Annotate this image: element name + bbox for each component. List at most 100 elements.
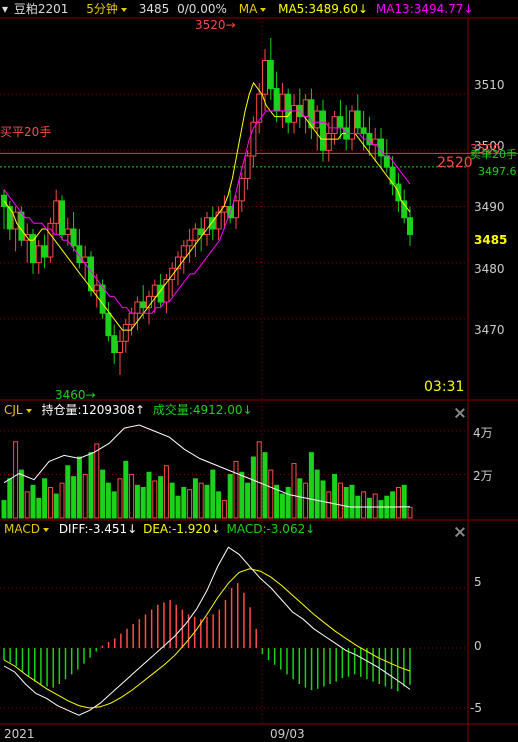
volume-bar [332,473,338,519]
volume-bar [59,482,65,519]
candle-body [105,312,112,337]
volume-bar [163,465,169,519]
candle-body [53,200,60,224]
macd-panel-header: MACD DIFF:-3.451↓ DEA:-1.920↓ MACD:-3.06… [4,522,315,536]
period-selector[interactable]: 5分钟 [86,0,127,18]
ma5-value: MA5:3489.60↓ [278,2,369,16]
candle-body [192,228,199,241]
candle-body [349,110,355,140]
buy-close-order-label[interactable]: 买平20手 [0,125,51,139]
volume-bar [221,500,227,519]
candle-body [175,256,181,269]
macd-value: MACD:-3.062↓ [226,522,316,536]
volume-bar [65,465,71,519]
chevron-down-icon [120,7,127,12]
candle-body [215,211,222,230]
volume-bar [169,482,175,519]
volume-bar [24,491,30,519]
volume-bar [303,482,309,519]
volume-bar [76,456,82,519]
volume-bar [123,460,129,519]
symbol-label[interactable]: 豆粕2201 [14,0,69,18]
volume-bar [216,491,222,519]
volume-bar [268,469,274,519]
macd-axis-label: 5 [474,575,482,589]
volume-bar [88,452,94,519]
order-level-label: 2520 [437,155,473,171]
volume-bar [285,487,291,519]
volume-bar [36,497,42,519]
volume-bar [250,456,256,519]
volume-panel-header: CJL 持仓量:1209308↑ 成交量:4912.00↓ [4,403,253,417]
volume-bar [1,500,7,519]
volume-bar [372,493,378,519]
volume-bar [314,469,320,519]
candle-body [111,335,118,354]
volume-bar [187,489,193,519]
candle-body [47,222,54,258]
arrow-right-icon: → [85,388,96,402]
candle-body [360,127,367,134]
volume-bar [71,476,77,519]
volume-bar [94,443,100,519]
dea-value: DEA:-1.920↓ [143,522,221,536]
volume-bar [111,491,117,519]
sell-close-order-label[interactable]: 卖单20手 [470,148,517,162]
arrow-right-icon: → [225,18,236,32]
volume-bar [158,476,164,519]
volume-bar [134,484,140,519]
volume-bar [343,487,349,519]
close-icon[interactable] [455,408,465,418]
chart-canvas[interactable] [0,0,518,742]
volume-bar [152,480,158,519]
volume-bar [390,491,396,519]
volume-bar [337,482,343,519]
candle-body [262,59,268,95]
last-price: 3485 [138,2,170,16]
volume-bar [146,471,152,519]
candle-body [134,301,141,314]
volume-bar [53,493,59,519]
candle-body [6,206,13,230]
chevron-down-icon [42,527,49,532]
volume-bar [245,482,251,519]
volume-bar [361,491,367,519]
price-change: 0/0.00% [177,2,227,16]
volume-bar [105,482,111,519]
volume-bar [181,487,187,519]
macd-axis-label: 0 [474,639,482,653]
volume-bar [117,478,123,519]
candle-body [117,340,123,354]
volume-bar [256,441,262,519]
sell-close-value: 3497.6 [478,165,517,178]
volume-bar [82,473,88,519]
close-icon[interactable] [455,527,465,537]
candle-body [140,301,147,309]
candle-body [401,200,408,219]
time-axis-label: 09/03 [270,727,305,741]
macd-indicator-selector[interactable]: MACD [4,522,49,536]
volume-indicator-selector[interactable]: CJL [4,403,32,417]
volume-bar [210,469,216,519]
volume-bar [18,469,24,519]
volume-bar [198,482,204,519]
countdown-timer: 03:31 [424,379,465,395]
low-marker: 3460→ [55,388,96,402]
dropdown-icon[interactable]: ▾ [2,0,8,18]
volume-bar [279,493,285,519]
volume-bar [204,484,210,519]
volume-bar [239,471,245,519]
volume-bar [401,484,407,519]
indicator-selector[interactable]: MA [239,0,267,18]
candle-body [93,284,100,292]
volume-bar [47,487,53,519]
volume-bar [378,500,384,519]
volume-bar [100,469,106,519]
chart-header: ▾ 豆粕2201 5分钟 3485 0/0.00% MA MA5:3489.60… [0,0,518,18]
diff-value: DIFF:-3.451↓ [58,522,138,536]
high-marker: 3520→ [195,18,236,32]
candle-body [186,239,193,247]
open-interest-value: 持仓量:1209308↑ [41,403,145,417]
candle-body [151,284,158,297]
candle-body [325,132,332,151]
